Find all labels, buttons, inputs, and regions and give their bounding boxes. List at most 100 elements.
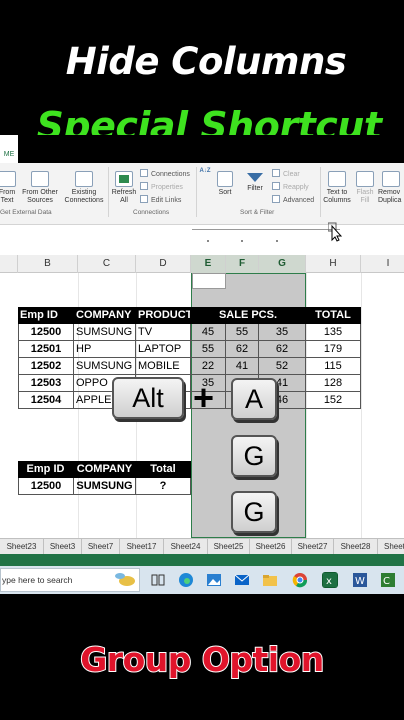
excel-status-bar bbox=[0, 554, 404, 566]
filter-label: Filter bbox=[247, 185, 263, 192]
edit-links-icon bbox=[140, 195, 148, 203]
outline-dot bbox=[241, 240, 243, 242]
lookup-emp-id[interactable]: 12500 bbox=[18, 478, 74, 495]
mail-icon[interactable] bbox=[234, 572, 250, 588]
lookup-total: ? bbox=[136, 478, 191, 495]
ribbon-separator bbox=[196, 167, 197, 217]
ribbon-tab-bar: ME bbox=[0, 135, 404, 163]
refresh-all-label: Refresh All bbox=[111, 189, 137, 204]
table-row-emp-id: 12503 bbox=[18, 375, 74, 392]
table-row-company: SUMSUNG bbox=[74, 324, 136, 341]
connection-file-icon bbox=[75, 171, 93, 187]
active-cell[interactable] bbox=[192, 273, 226, 289]
advanced-icon bbox=[272, 195, 280, 203]
sheet-tab[interactable]: Sheet27 bbox=[292, 539, 334, 555]
svg-text:W: W bbox=[355, 576, 365, 587]
from-text-button[interactable]: From Text bbox=[0, 171, 18, 205]
data-ribbon-panel: From Text From Other Sources Existing Co… bbox=[0, 163, 404, 224]
table-row-company: HP bbox=[74, 341, 136, 358]
file-explorer-icon[interactable] bbox=[262, 572, 278, 588]
flash-fill-label: Flash Fill bbox=[356, 189, 374, 204]
advanced-filter-button[interactable]: Advanced bbox=[272, 195, 314, 204]
sheet-tab[interactable]: Sheet23 bbox=[0, 539, 44, 555]
title-group-option: Group Option bbox=[79, 639, 325, 680]
table-row-emp-id: 12500 bbox=[18, 324, 74, 341]
edit-links-button[interactable]: Edit Links bbox=[140, 195, 181, 204]
column-header-g[interactable]: G bbox=[259, 255, 306, 273]
reapply-button[interactable]: Reapply bbox=[272, 182, 309, 191]
filter-button[interactable]: Filter bbox=[242, 173, 268, 193]
sort-button[interactable]: Sort bbox=[214, 171, 236, 197]
column-header-c[interactable]: C bbox=[78, 255, 136, 273]
properties-button[interactable]: Properties bbox=[140, 182, 183, 191]
column-header-f[interactable]: F bbox=[226, 255, 259, 273]
sheet-tab[interactable]: Sheet24 bbox=[164, 539, 208, 555]
key-g: G bbox=[231, 435, 277, 477]
sheet-tab[interactable]: Sheet26 bbox=[250, 539, 292, 555]
reapply-icon bbox=[272, 182, 280, 190]
lookup-company: SUMSUNG bbox=[74, 478, 136, 495]
column-header-b[interactable]: B bbox=[18, 255, 78, 273]
ribbon-file-tab[interactable]: ME bbox=[0, 135, 18, 163]
sheet-tab[interactable]: Sheet28 bbox=[334, 539, 378, 555]
remove-duplicates-button[interactable]: Remov Duplica bbox=[378, 171, 404, 205]
group-get-external-data: Get External Data bbox=[0, 209, 52, 216]
reapply-label: Reapply bbox=[283, 184, 309, 191]
existing-connections-button[interactable]: Existing Connections bbox=[62, 171, 106, 205]
lookup-header-company: COMPANY bbox=[74, 461, 136, 478]
table-row-total: 135 bbox=[306, 324, 361, 341]
table-row-product: MOBILE bbox=[136, 358, 191, 375]
table-row-sale-f: 62 bbox=[226, 341, 259, 358]
mouse-cursor-icon bbox=[328, 222, 342, 242]
existing-connections-label: Existing Connections bbox=[64, 189, 104, 204]
task-view-icon[interactable] bbox=[150, 572, 166, 588]
sheet-tab[interactable]: Sheet25 bbox=[208, 539, 250, 555]
column-header-i[interactable]: I bbox=[361, 255, 404, 273]
sheet-tab[interactable]: Sheet3 bbox=[44, 539, 82, 555]
group-sort-filter: Sort & Filter bbox=[240, 209, 275, 216]
table-row-sale-g: 35 bbox=[259, 324, 306, 341]
lookup-header-total: Total bbox=[136, 461, 191, 478]
outline-dot bbox=[276, 240, 278, 242]
clear-filter-button[interactable]: Clear bbox=[272, 169, 300, 178]
camtasia-app-icon[interactable]: C bbox=[380, 572, 396, 588]
sheet-tab-bar: Sheet23 Sheet3 Sheet7 Sheet17 Sheet24 Sh… bbox=[0, 538, 404, 555]
flash-fill-button[interactable]: Flash Fill bbox=[354, 171, 376, 205]
photos-icon[interactable] bbox=[206, 572, 222, 588]
connections-button[interactable]: Connections bbox=[140, 169, 190, 178]
filter-funnel-icon bbox=[247, 173, 263, 182]
sheet-tab[interactable]: Sheet17 bbox=[120, 539, 164, 555]
search-highlight-icon bbox=[115, 573, 135, 586]
svg-text:C: C bbox=[383, 576, 390, 587]
select-all-corner[interactable] bbox=[0, 255, 18, 273]
sort-az-button[interactable]: A↓Z bbox=[198, 167, 212, 175]
text-file-icon bbox=[0, 171, 16, 187]
key-a: A bbox=[231, 378, 277, 420]
sheet-tab[interactable]: Sheet7 bbox=[82, 539, 120, 555]
table-row-total: 179 bbox=[306, 341, 361, 358]
text-to-columns-label: Text to Columns bbox=[323, 189, 351, 204]
key-g: G bbox=[231, 491, 277, 533]
sheet-tab[interactable]: Sheet bbox=[378, 539, 404, 555]
column-header-d[interactable]: D bbox=[136, 255, 191, 273]
chrome-browser-icon[interactable] bbox=[292, 572, 308, 588]
from-other-sources-button[interactable]: From Other Sources bbox=[22, 171, 58, 205]
table-row-total: 152 bbox=[306, 392, 361, 409]
table-header-emp-id: Emp ID bbox=[18, 307, 74, 324]
data-source-icon bbox=[31, 171, 49, 187]
column-header-e[interactable]: E bbox=[191, 255, 226, 273]
column-header-h[interactable]: H bbox=[306, 255, 361, 273]
table-row-emp-id: 12501 bbox=[18, 341, 74, 358]
word-app-icon[interactable]: W bbox=[352, 572, 368, 588]
text-to-columns-button[interactable]: Text to Columns bbox=[322, 171, 352, 205]
table-row-emp-id: 12504 bbox=[18, 392, 74, 409]
outline-dot bbox=[207, 240, 209, 242]
excel-app-icon[interactable]: x bbox=[322, 572, 338, 588]
edge-browser-icon[interactable] bbox=[178, 572, 194, 588]
sort-label: Sort bbox=[218, 189, 232, 196]
connections-icon bbox=[140, 169, 148, 177]
refresh-all-button[interactable]: Refresh All bbox=[110, 171, 138, 205]
table-row-sale-f: 55 bbox=[226, 324, 259, 341]
table-row-sale-e: 22 bbox=[191, 358, 226, 375]
plus-sign: + bbox=[193, 377, 215, 418]
